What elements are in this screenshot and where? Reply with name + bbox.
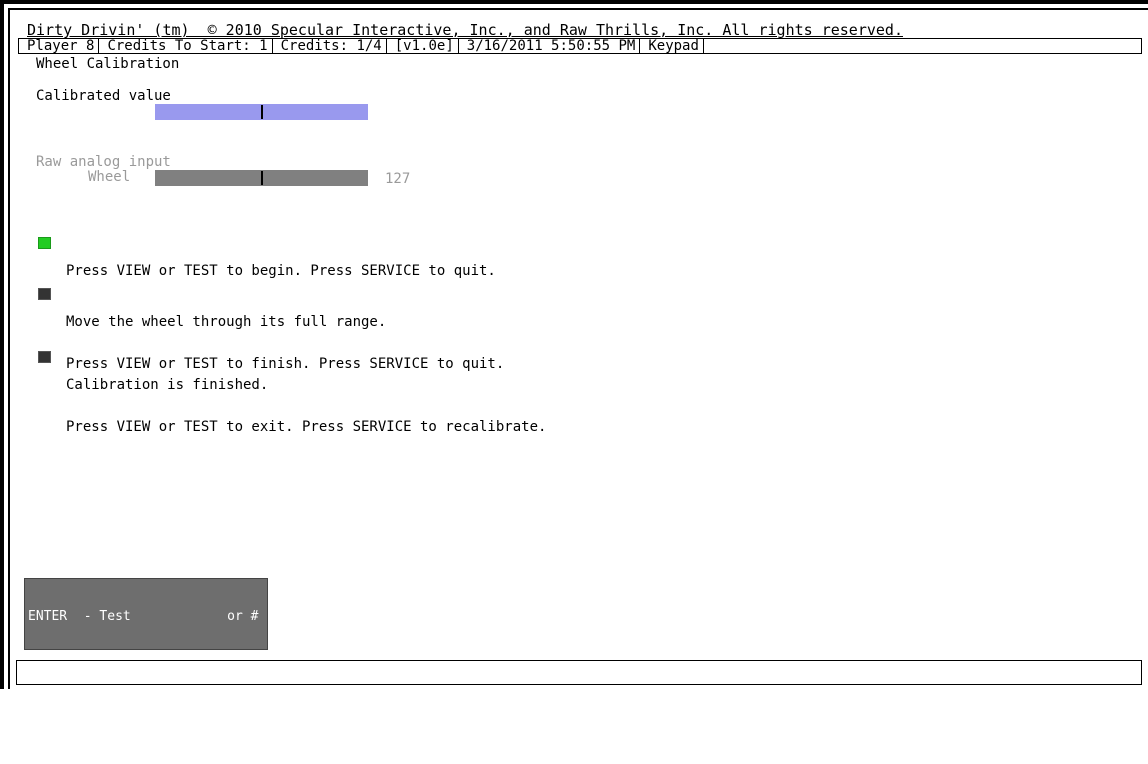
step-instruction-line: Move the wheel through its full range. bbox=[66, 314, 387, 330]
step-status-indicator-icon bbox=[38, 288, 51, 300]
help-action: - Volume DOWN bbox=[83, 735, 186, 750]
help-action: - Test bbox=[83, 609, 131, 624]
help-alt-key: or 0 bbox=[227, 735, 259, 750]
calibrated-value-bar bbox=[155, 104, 368, 120]
calibrated-value-marker bbox=[261, 105, 263, 119]
status-credits: Credits: 1/4 bbox=[273, 39, 387, 53]
step-instruction-line: Press VIEW or TEST to begin. Press SERVI… bbox=[66, 263, 496, 279]
copyright-header: Dirty Drivin' (tm) © 2010 Specular Inter… bbox=[27, 21, 903, 39]
help-row: ENTER - Test or # bbox=[28, 610, 267, 624]
status-datetime: 3/16/2011 5:50:55 PM bbox=[459, 39, 641, 53]
help-row: UP - Volume UP or 8 bbox=[28, 694, 267, 708]
status-credits-to-start: Credits To Start: 1 bbox=[99, 39, 273, 53]
status-player: Player 8 bbox=[19, 39, 100, 53]
page-title: Wheel Calibration bbox=[36, 56, 180, 72]
help-key: DOWN bbox=[28, 735, 60, 750]
step-finished: Calibration is finished. Press VIEW or T… bbox=[38, 350, 546, 462]
help-key: ENTER bbox=[28, 609, 68, 624]
raw-wheel-value: 127 bbox=[385, 171, 411, 187]
status-bar: Player 8 Credits To Start: 1 Credits: 1/… bbox=[18, 38, 1142, 54]
status-version: [v1.0e] bbox=[387, 39, 459, 53]
step-status-indicator-icon bbox=[38, 351, 51, 363]
wheel-axis-label: Wheel bbox=[88, 169, 131, 185]
help-row: DOWN - Volume DOWN or 0 bbox=[28, 736, 267, 750]
raw-wheel-marker bbox=[261, 171, 263, 185]
help-action: - Volume UP bbox=[83, 693, 170, 708]
calibrated-value-label: Calibrated value bbox=[36, 88, 171, 104]
step-instruction-line: Press VIEW or TEST to exit. Press SERVIC… bbox=[66, 419, 547, 435]
step-instruction-line: Calibration is finished. bbox=[66, 377, 269, 393]
status-input-mode: Keypad bbox=[640, 39, 704, 53]
console-input-field[interactable] bbox=[16, 660, 1142, 685]
help-alt-key: or 8 bbox=[227, 693, 259, 708]
keypad-help-panel: ENTER - Test or # EXIT - Service or * UP… bbox=[24, 578, 268, 750]
raw-analog-input-label: Raw analog input bbox=[36, 154, 171, 170]
help-alt-key: or # bbox=[227, 609, 259, 624]
step-status-indicator-icon bbox=[38, 237, 51, 249]
raw-wheel-bar bbox=[155, 170, 368, 186]
help-key: UP bbox=[28, 693, 44, 708]
